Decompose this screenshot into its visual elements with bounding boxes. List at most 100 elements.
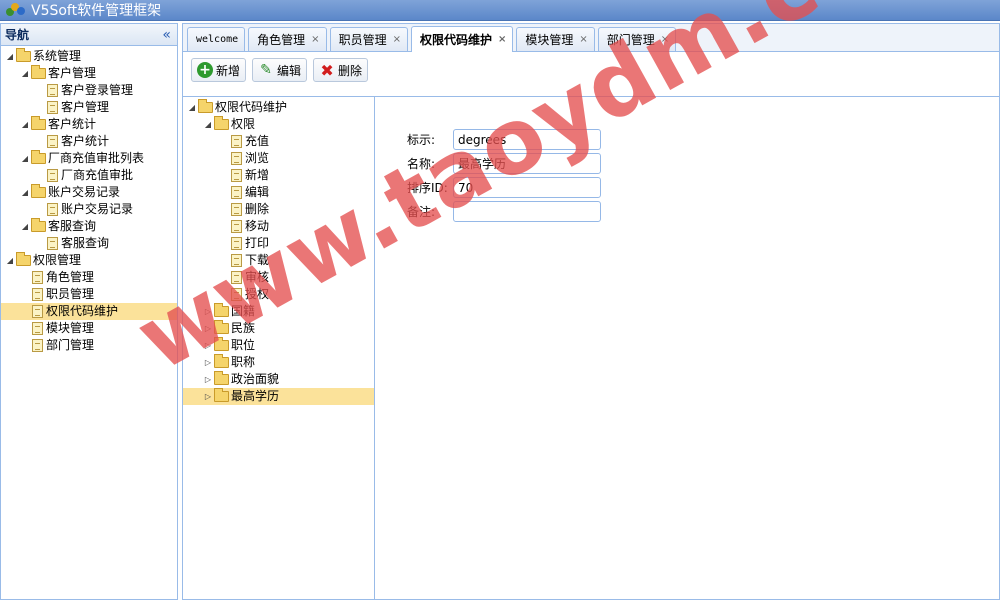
tree-node-label: 客户统计: [61, 134, 110, 148]
folder-icon: [198, 99, 213, 113]
tab-4[interactable]: 模块管理 ×: [516, 27, 595, 51]
tree-folder-node[interactable]: ◢ 客户统计: [1, 116, 177, 133]
sort-id-input[interactable]: [453, 177, 601, 198]
tree-leaf-node[interactable]: 客户统计: [1, 133, 177, 150]
tree-node-label: 客服查询: [48, 219, 97, 233]
tab-label: 部门管理: [606, 33, 655, 47]
close-icon[interactable]: ×: [393, 34, 401, 45]
expand-down-icon[interactable]: ◢: [20, 218, 30, 235]
expand-down-icon[interactable]: ◢: [5, 48, 15, 65]
tab-2[interactable]: 职员管理 ×: [329, 27, 408, 51]
tree-node-label: 审核: [245, 270, 270, 284]
tab-3[interactable]: 权限代码维护 ×: [410, 26, 514, 52]
navigation-tree: ◢ 系统管理 ◢ 客户管理 客户登录管理 客户管理 ◢ 客户统计 客户统计 ◢ 厂商充值审批列表 厂商…: [1, 46, 177, 354]
tab-5[interactable]: 部门管理 ×: [597, 27, 677, 51]
expand-right-icon[interactable]: ▷: [203, 371, 213, 388]
tree-folder-node[interactable]: ◢ 厂商充值审批列表: [1, 150, 177, 167]
delete-button[interactable]: ✖ 删除: [313, 58, 369, 82]
remark-label: 备注:: [407, 205, 436, 219]
expand-down-icon[interactable]: ◢: [20, 150, 30, 167]
tree-folder-node[interactable]: ◢ 权限代码维护: [183, 99, 374, 116]
identifier-input[interactable]: [453, 129, 601, 150]
tree-leaf-node[interactable]: 审核: [183, 269, 374, 286]
expand-down-icon[interactable]: ◢: [20, 184, 30, 201]
tree-node-label: 授权: [245, 287, 270, 301]
expand-right-icon[interactable]: ▷: [203, 388, 213, 405]
tree-node-label: 最高学历: [231, 389, 280, 403]
expand-down-icon[interactable]: ◢: [20, 65, 30, 82]
tree-leaf-node[interactable]: 厂商充值审批: [1, 167, 177, 184]
folder-icon: [214, 337, 229, 351]
tree-leaf-node[interactable]: 授权: [183, 286, 374, 303]
toolbar: + 新增 ✎ 编辑 ✖ 删除: [183, 53, 999, 87]
folder-icon: [214, 320, 229, 334]
expand-down-icon[interactable]: ◢: [20, 116, 30, 133]
tree-folder-node[interactable]: ◢ 客户管理: [1, 65, 177, 82]
expand-right-icon[interactable]: ▷: [203, 303, 213, 320]
tree-leaf-node[interactable]: 浏览: [183, 150, 374, 167]
add-icon: +: [197, 62, 213, 78]
tree-folder-node[interactable]: ▷ 国籍: [183, 303, 374, 320]
tree-folder-node[interactable]: ▷ 最高学历: [183, 388, 374, 405]
tree-node-label: 移动: [245, 219, 270, 233]
close-icon[interactable]: ×: [311, 34, 319, 45]
collapse-icon[interactable]: «: [162, 27, 171, 43]
tree-node-label: 打印: [245, 236, 270, 250]
expand-down-icon[interactable]: ◢: [187, 99, 197, 116]
tab-1[interactable]: 角色管理 ×: [248, 27, 327, 51]
tree-folder-node[interactable]: ◢ 系统管理: [1, 48, 177, 65]
tab-label: welcome: [196, 34, 239, 45]
folder-icon: [214, 371, 229, 385]
tree-leaf-node[interactable]: 模块管理: [1, 320, 177, 337]
close-icon[interactable]: ×: [579, 34, 587, 45]
tree-folder-node[interactable]: ▷ 职位: [183, 337, 374, 354]
identifier-label: 标示:: [407, 133, 436, 147]
expand-down-icon[interactable]: ◢: [5, 252, 15, 269]
expand-down-icon[interactable]: ◢: [203, 116, 213, 133]
sort-id-label: 排序ID:: [407, 181, 448, 195]
tree-leaf-node[interactable]: 客户登录管理: [1, 82, 177, 99]
tree-node-label: 政治面貌: [231, 372, 280, 386]
tree-leaf-node[interactable]: 删除: [183, 201, 374, 218]
tree-leaf-node[interactable]: 客服查询: [1, 235, 177, 252]
tree-folder-node[interactable]: ◢ 权限: [183, 116, 374, 133]
close-icon[interactable]: ×: [498, 34, 506, 45]
remark-input[interactable]: [453, 201, 601, 222]
tree-leaf-node[interactable]: 客户管理: [1, 99, 177, 116]
add-button[interactable]: + 新增: [191, 58, 247, 82]
tree-leaf-node[interactable]: 下载: [183, 252, 374, 269]
edit-button[interactable]: ✎ 编辑: [252, 58, 308, 82]
tree-folder-node[interactable]: ▷ 民族: [183, 320, 374, 337]
tree-leaf-node[interactable]: 新增: [183, 167, 374, 184]
folder-icon: [31, 150, 46, 164]
folder-icon: [16, 252, 31, 266]
file-icon: [47, 135, 58, 148]
tree-leaf-node[interactable]: 账户交易记录: [1, 201, 177, 218]
tab-label: 职员管理: [338, 33, 387, 47]
tree-leaf-node[interactable]: 打印: [183, 235, 374, 252]
expand-right-icon[interactable]: ▷: [203, 354, 213, 371]
tab-0[interactable]: welcome: [187, 27, 246, 51]
name-input[interactable]: [453, 153, 601, 174]
tree-leaf-node[interactable]: 职员管理: [1, 286, 177, 303]
tree-folder-node[interactable]: ▷ 政治面貌: [183, 371, 374, 388]
tree-leaf-node[interactable]: 权限代码维护: [1, 303, 177, 320]
tree-folder-node[interactable]: ▷ 职称: [183, 354, 374, 371]
expand-right-icon[interactable]: ▷: [203, 337, 213, 354]
tree-leaf-node[interactable]: 编辑: [183, 184, 374, 201]
tree-leaf-node[interactable]: 部门管理: [1, 337, 177, 354]
tree-folder-node[interactable]: ◢ 权限管理: [1, 252, 177, 269]
folder-icon: [214, 116, 229, 130]
file-icon: [231, 220, 242, 233]
file-icon: [231, 169, 242, 182]
folder-icon: [31, 218, 46, 232]
tree-node-label: 客户统计: [48, 117, 97, 131]
tree-leaf-node[interactable]: 角色管理: [1, 269, 177, 286]
tree-node-label: 民族: [231, 321, 256, 335]
tree-folder-node[interactable]: ◢ 客服查询: [1, 218, 177, 235]
close-icon[interactable]: ×: [661, 34, 669, 45]
tree-leaf-node[interactable]: 移动: [183, 218, 374, 235]
tree-leaf-node[interactable]: 充值: [183, 133, 374, 150]
expand-right-icon[interactable]: ▷: [203, 320, 213, 337]
tree-folder-node[interactable]: ◢ 账户交易记录: [1, 184, 177, 201]
